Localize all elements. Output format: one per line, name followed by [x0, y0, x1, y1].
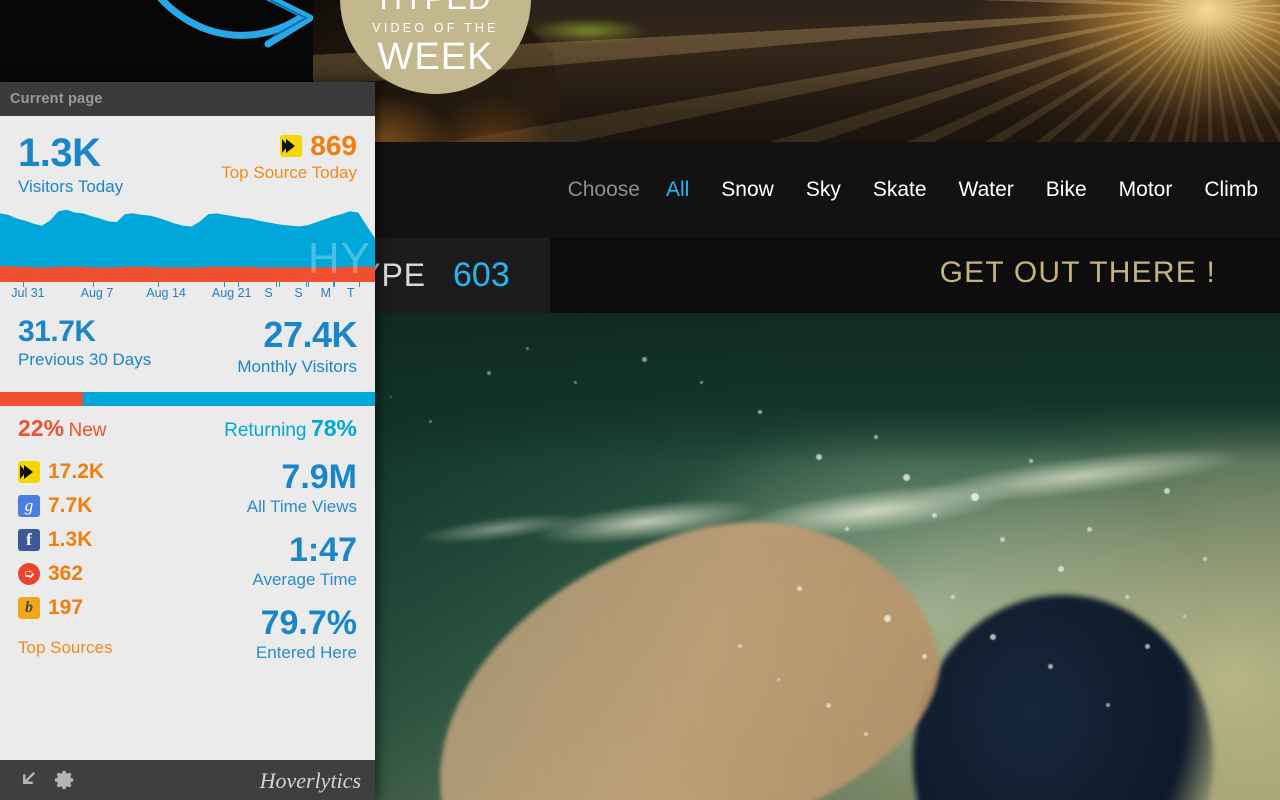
period-stats-row: 31.7K Previous 30 Days 27.4K Monthly Vis… — [0, 304, 375, 393]
site-tagline: GET OUT THERE ! — [939, 256, 1216, 289]
panel-header: Current page — [0, 82, 375, 116]
monthly-visitors-stat: 27.4K Monthly Visitors — [237, 313, 357, 379]
underwater-photo — [313, 313, 1280, 800]
gear-icon[interactable] — [54, 769, 76, 791]
top-source-today-stat: 869 Top Source Today — [221, 132, 357, 199]
top-source-today-value: 869 — [310, 130, 357, 161]
feedly-icon — [280, 135, 303, 157]
source-row-feedly[interactable]: 17.2K — [18, 460, 113, 484]
nav-item-climb[interactable]: Climb — [1188, 178, 1258, 202]
nav-choose-label: Choose — [567, 178, 640, 201]
axis-tick-label: M — [320, 285, 332, 300]
returning-visitors-percent: 78% — [310, 415, 357, 442]
visitors-area-chart-svg — [0, 209, 375, 282]
brand-name: Hoverlytics — [259, 768, 361, 793]
key-metrics-list: 7.9M All Time Views 1:47 Average Time 79… — [247, 460, 357, 663]
nav-item-water[interactable]: Water — [943, 178, 1030, 202]
axis-tick — [333, 281, 335, 287]
nav-item-skate[interactable]: Skate — [857, 178, 943, 202]
returning-visitors-segment — [82, 392, 375, 407]
source-row-bing[interactable]: b 197 — [18, 596, 113, 620]
collapse-arrow-icon[interactable] — [16, 769, 38, 791]
bing-icon: b — [18, 597, 40, 620]
visitors-area-chart[interactable]: HY — [0, 209, 375, 283]
entered-here-label: Entered Here — [255, 643, 357, 663]
top-sources-list: 17.2K g 7.7K f 1.3K ➭ 362 b 197 Top Sour… — [18, 460, 113, 663]
returning-visitors-label: Returning — [224, 420, 307, 442]
top-source-today-label: Top Source Today — [221, 163, 357, 182]
entered-here-value: 79.7% — [260, 604, 357, 643]
monthly-visitors-label: Monthly Visitors — [237, 356, 357, 376]
axis-tick — [307, 281, 309, 287]
previous-30-days-label: Previous 30 Days — [18, 350, 152, 370]
average-time-value: 1:47 — [288, 531, 357, 570]
hoverlytics-panel: Current page 1.3K Visitors Today 869 Top… — [0, 82, 375, 800]
badge-line-2: VIDEO OF THE — [372, 20, 499, 35]
new-visitors-segment — [0, 392, 83, 407]
all-time-views-label: All Time Views — [246, 497, 357, 517]
axis-tick — [276, 281, 278, 287]
axis-tick-label: Aug 14 — [146, 285, 186, 300]
nav-item-motor[interactable]: Motor — [1103, 178, 1189, 202]
hype-count[interactable]: 603 — [453, 256, 510, 295]
axis-tick — [238, 281, 240, 287]
panel-title: Current page — [10, 91, 103, 107]
source-value-feedly: 17.2K — [48, 460, 105, 484]
source-value-facebook: 1.3K — [48, 528, 93, 552]
axis-tick-label: T — [346, 285, 355, 300]
axis-tick-label: S — [294, 285, 303, 300]
new-visitors-percent: 22% — [18, 415, 65, 442]
axis-tick-label: Aug 7 — [80, 285, 114, 300]
badge-line-3: WEEK — [377, 36, 494, 78]
google-icon: g — [18, 495, 40, 518]
panel-body: 1.3K Visitors Today 869 Top Source Today… — [0, 116, 375, 760]
visitors-today-label: Visitors Today — [18, 177, 124, 196]
sources-and-metrics-row: 17.2K g 7.7K f 1.3K ➭ 362 b 197 Top Sour… — [0, 442, 375, 663]
top-sources-caption: Top Sources — [18, 638, 113, 658]
axis-tick-label: Aug 21 — [211, 285, 252, 300]
metric-average-time: 1:47 Average Time — [252, 533, 357, 590]
axis-tick-label: Jul 31 — [11, 285, 45, 300]
source-row-google[interactable]: g 7.7K — [18, 494, 113, 518]
source-row-stumbleupon[interactable]: ➭ 362 — [18, 562, 113, 586]
axis-tick-label: S — [264, 285, 273, 300]
stumbleupon-icon: ➭ — [18, 563, 40, 586]
new-returning-labels: 22% New Returning 78% — [0, 406, 375, 442]
panel-footer: Hoverlytics — [0, 760, 375, 800]
previous-30-days-value: 31.7K — [18, 314, 96, 348]
source-value-google: 7.7K — [48, 494, 93, 518]
source-value-stumbleupon: 362 — [48, 562, 84, 586]
video-thumbnail-black[interactable] — [0, 0, 313, 82]
new-vs-returning-bar — [0, 392, 375, 407]
nav-item-snow[interactable]: Snow — [705, 178, 790, 202]
source-value-bing: 197 — [48, 596, 84, 620]
badge-line-1: HYPED — [380, 0, 492, 14]
metric-all-time-views: 7.9M All Time Views — [247, 460, 357, 517]
monthly-visitors-value: 27.4K — [263, 313, 357, 355]
previous-30-days-stat: 31.7K Previous 30 Days — [18, 316, 151, 379]
new-visitors-stat: 22% New — [18, 415, 107, 442]
nav-item-bike[interactable]: Bike — [1030, 178, 1103, 202]
source-row-facebook[interactable]: f 1.3K — [18, 528, 113, 552]
facebook-icon: f — [18, 529, 40, 552]
axis-tick — [279, 281, 281, 287]
nav-item-all[interactable]: All — [650, 178, 705, 202]
returning-visitors-stat: Returning 78% — [224, 415, 357, 442]
all-time-views-value: 7.9M — [281, 458, 357, 497]
hype-bar: HYPE 603 GET OUT THERE ! — [313, 238, 1280, 313]
metric-entered-here: 79.7% Entered Here — [256, 606, 357, 663]
summary-row: 1.3K Visitors Today 869 Top Source Today — [0, 116, 375, 199]
average-time-label: Average Time — [252, 570, 357, 590]
new-visitors-label: New — [68, 420, 107, 442]
blue-arrow-icon — [157, 0, 313, 48]
visitors-today-value: 1.3K — [18, 131, 101, 175]
axis-tick — [358, 281, 360, 287]
chart-x-axis: Jul 31 Aug 7 Aug 14 Aug 21 S S M T — [0, 281, 375, 304]
feedly-icon — [18, 461, 40, 484]
site-navbar: Choose All Snow Sky Skate Water Bike Mot… — [313, 142, 1280, 238]
nav-items: Choose All Snow Sky Skate Water Bike Mot… — [552, 142, 1258, 238]
visitors-today-stat: 1.3K Visitors Today — [18, 132, 123, 199]
underwater-vignette — [313, 313, 1280, 800]
nav-item-sky[interactable]: Sky — [790, 178, 857, 202]
